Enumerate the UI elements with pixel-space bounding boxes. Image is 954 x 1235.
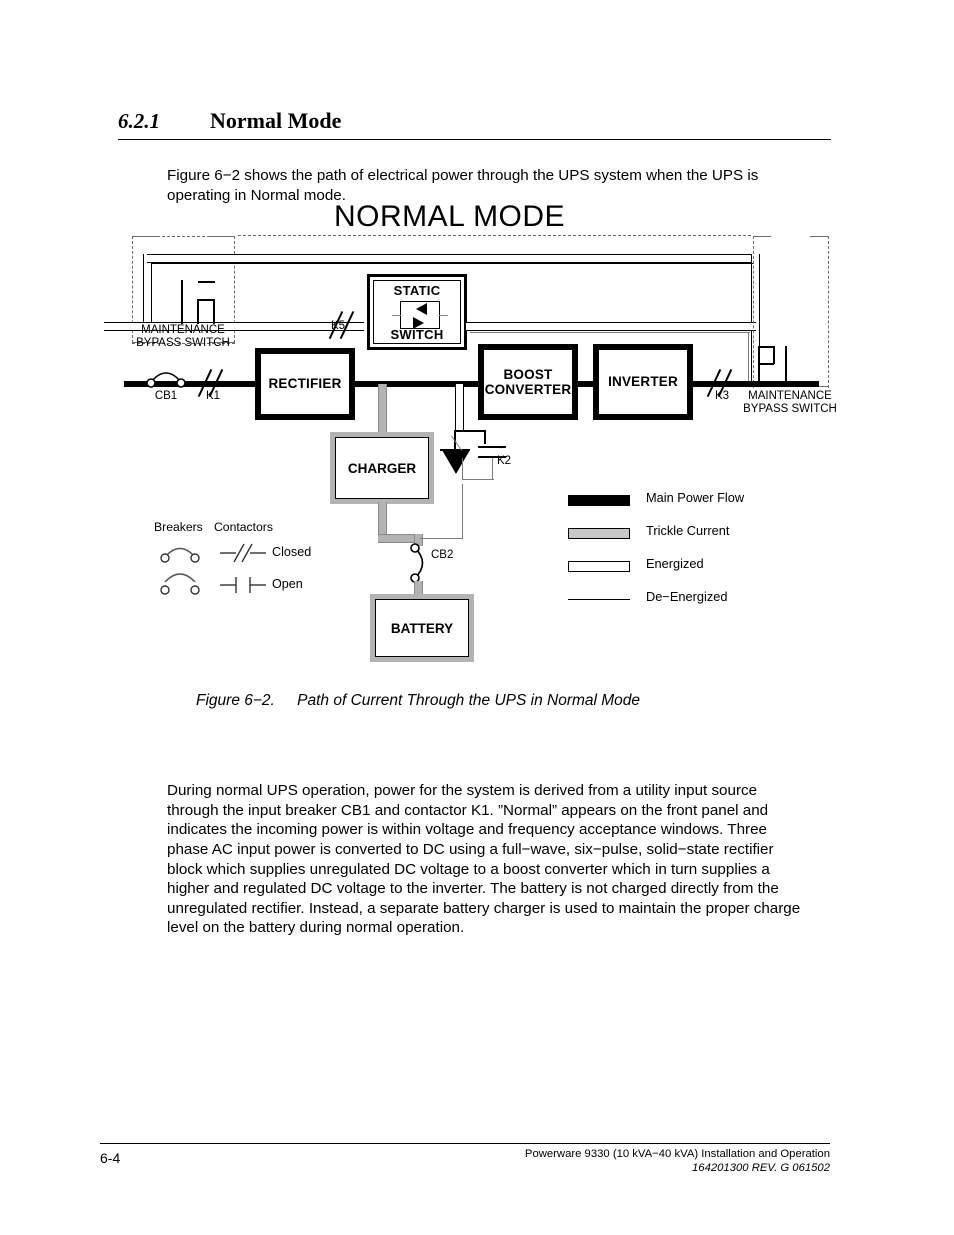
contactor-k3-label: K3 [714,390,730,402]
figure-caption-number: Figure 6−2. [196,692,275,709]
static-switch-label-top: STATIC [393,283,441,298]
boost-converter-label: BOOST CONVERTER [485,367,572,398]
battery-label: BATTERY [390,620,454,636]
legend-breaker-open-symbol [158,570,202,596]
legend-label-closed: Closed [272,545,312,559]
bypass-path-left-riser [143,254,152,326]
bypass-right-switch-blade-1 [758,346,760,384]
maintenance-bypass-left-label-line1: MAINTENANCE [141,324,225,336]
footer-divider [100,1143,830,1145]
figure-normal-mode-diagram: NORMAL MODE MAINTENANCE BYPASS SWITCH K5… [0,196,954,696]
legend-contactor-open-symbol [220,574,266,596]
main-bus-input [124,381,255,387]
scr-pair-symbol [400,301,440,329]
legend-swatch-energized [568,561,630,572]
maintenance-bypass-right-enclosure-right [828,236,829,388]
footer-document-info: Powerware 9330 (10 kVA−40 kVA) Installat… [525,1148,830,1174]
diagram-title: NORMAL MODE [334,200,566,233]
figure-caption-text: Path of Current Through the UPS in Norma… [297,692,641,709]
contactor-k5-label: K5 [330,320,346,332]
legend-label-trickle-current: Trickle Current [646,523,730,538]
page-number: 6-4 [100,1150,121,1166]
deenergized-node-run [420,538,462,539]
bypass-left-corner-tr [209,236,235,238]
section-title: Normal Mode [210,108,342,133]
bypass-left-switch-contact-top [198,281,215,283]
rectifier-label: RECTIFIER [268,376,342,392]
bypass-right-corner-tr [810,236,828,238]
k2-diode-bar [440,449,470,451]
boost-converter-label-line1: BOOST [503,366,553,382]
bypass-left-switch-blade-2 [197,299,199,324]
k2-diode-symbol [440,422,530,484]
inverter-label: INVERTER [608,374,678,390]
bypass-right-switch-contact-mid [758,363,774,365]
static-switch-block: STATIC SWITCH [367,274,467,350]
legend-swatch-de-energized [568,599,630,600]
battery-block: BATTERY [370,594,474,662]
maintenance-bypass-right-enclosure-left [753,236,754,388]
body-paragraph: During normal UPS operation, power for t… [167,782,801,937]
boost-converter-label-line2: CONVERTER [484,382,572,397]
bypass-left-corner-tl [132,236,158,238]
bypass-right-switch-contact-top [758,346,774,348]
boost-converter-block: BOOST CONVERTER [478,344,578,420]
static-switch-label-bottom: SWITCH [390,327,444,342]
breaker-cb1-symbol [146,366,186,388]
maintenance-bypass-right-label-line2: BYPASS SWITCH [743,403,837,415]
breaker-cb2-symbol [406,542,430,584]
trickle-bus-to-charger [378,384,387,436]
bypass-right-switch-blade-2 [773,346,775,364]
figure-caption: Figure 6−2. Path of Current Through the … [196,692,640,710]
legend-header-contactors: Contactors [214,520,273,534]
bypass-left-switch-blade-3 [213,299,215,324]
maintenance-bypass-left-label: MAINTENANCE BYPASS SWITCH [124,324,242,350]
contactor-k1-label: K1 [205,390,221,402]
bypass-left-switch-blade-1 [181,280,183,324]
bypass-right-corner-tl [753,236,771,238]
legend-label-main-power-flow: Main Power Flow [646,490,745,505]
legend-label-energized: Energized [646,556,704,571]
contactor-k2-label: K2 [497,455,512,467]
static-switch-output-deenergized [470,332,750,333]
bypass-right-switch-blade-3 [785,346,787,384]
breaker-cb1-label: CB1 [154,390,178,402]
bypass-left-switch-contact-mid [197,299,214,301]
scr-gate-tick-left [392,315,401,317]
legend-swatch-main-power-flow [568,495,630,506]
scr-gate-tick-right [439,315,448,317]
legend-contactor-closed-symbol [220,542,266,564]
breaker-cb2-label: CB2 [431,549,454,561]
bypass-path-top-run [147,254,760,263]
heading-divider [118,139,831,140]
legend-label-open: Open [272,577,303,591]
legend-swatch-trickle-current [568,528,630,539]
deenergized-right-drop [748,332,749,382]
k2-diode-triangle [442,450,470,474]
charger-label: CHARGER [347,460,417,476]
section-number: 6.2.1 [118,109,160,133]
footer-document-revision: 164201300 REV. G 061502 [692,1162,830,1174]
charger-block: CHARGER [330,432,434,504]
deenergized-k2-to-battery-node [462,484,463,539]
legend-label-de-energized: De−Energized [646,589,728,604]
k2-contact-upper [478,446,506,448]
bypass-path-inner-top-run [152,263,753,264]
legend-breaker-closed-symbol [158,540,202,564]
rectifier-block: RECTIFIER [255,348,355,420]
maintenance-bypass-left-label-line2: BYPASS SWITCH [136,337,230,349]
section-heading: 6.2.1 Normal Mode [118,108,830,134]
static-switch-output-energized [466,322,756,331]
dashed-enclosure-link-top [238,235,751,236]
inverter-block: INVERTER [593,344,693,420]
legend-header-breakers: Breakers [154,520,203,534]
footer-document-title: Powerware 9330 (10 kVA−40 kVA) Installat… [524,1148,830,1160]
